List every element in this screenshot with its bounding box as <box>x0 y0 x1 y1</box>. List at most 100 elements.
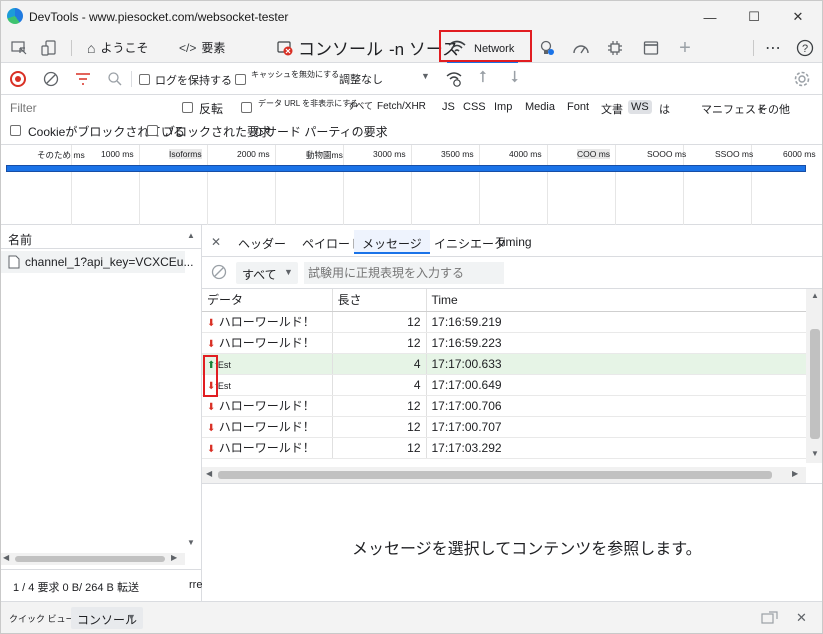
type-filter-css[interactable]: CSS <box>463 101 486 113</box>
close-drawer-icon[interactable]: ✕ <box>796 610 807 626</box>
scroll-thumb[interactable] <box>15 556 165 562</box>
throttle-select[interactable]: 調整なし ▼ <box>335 68 435 88</box>
record-stop-icon[interactable] <box>10 71 26 87</box>
dock-drawer-icon[interactable] <box>761 611 779 628</box>
tick-label: 動物園ms <box>306 150 343 160</box>
network-overview[interactable]: そのため ms 1000 ms Isoforms 2000 ms 動物園ms 3… <box>1 145 822 225</box>
type-filter-fetch-xhr[interactable]: Fetch/XHR <box>377 101 426 112</box>
quick-view-select[interactable]: コンソール ▼ <box>71 607 143 629</box>
column-header-length[interactable]: 長さ <box>332 289 427 312</box>
horizontal-scrollbar[interactable]: ◀ ▶ <box>1 553 185 565</box>
message-row[interactable]: ⬇ ハローワールド！ 12 17:17:03.292 <box>202 437 807 459</box>
scroll-left-arrow-icon[interactable]: ◀ <box>3 553 9 562</box>
help-icon[interactable]: ? <box>795 38 815 58</box>
code-icon: </> <box>179 40 197 55</box>
tab-timing[interactable]: Timing <box>496 235 532 249</box>
message-row[interactable]: ⬇tEst 4 17:17:00.649 <box>202 374 807 396</box>
preserve-log-label: ログを保持する <box>155 75 232 87</box>
preserve-log-checkbox[interactable] <box>139 74 150 85</box>
scroll-right-arrow-icon[interactable]: ▶ <box>171 553 177 562</box>
tab-welcome[interactable]: ⌂ ようこそ <box>87 33 148 62</box>
tab-elements-label: 要素 <box>201 41 226 55</box>
device-emulation-icon[interactable] <box>39 38 59 58</box>
tab-elements[interactable]: </> 要素 <box>179 33 225 62</box>
tab-headers[interactable]: ヘッダー <box>238 235 286 252</box>
type-filter-all[interactable]: すべて <box>347 99 373 112</box>
type-filter-js[interactable]: JS <box>442 101 455 113</box>
close-window-button[interactable]: ✕ <box>787 6 809 28</box>
scroll-left-arrow-icon[interactable]: ◀ <box>206 469 212 478</box>
type-filter-doc[interactable]: 文書 <box>601 101 623 117</box>
scroll-up-arrow-icon[interactable]: ▲ <box>811 291 819 300</box>
tab-messages[interactable]: メッセージ <box>354 230 430 254</box>
request-summary-overflow: rre <box>189 579 203 591</box>
tick-label: Isoforms <box>169 149 202 159</box>
message-row[interactable]: ⬇ ハローワールド！ 12 17:17:00.707 <box>202 416 807 438</box>
more-options-icon[interactable]: ⋯ <box>763 38 783 58</box>
filter-funnel-icon[interactable] <box>75 72 91 89</box>
message-time: 17:17:00.707 <box>426 416 807 438</box>
request-row-selected[interactable]: channel_1?api_key=VCXCEu... <box>1 251 193 273</box>
type-filter-media[interactable]: Media <box>525 101 555 113</box>
request-list-panel: 名前 ▲ channel_1?api_key=VCXCEu... ▼ ◀ ▶ 1… <box>1 225 202 601</box>
type-filter-wasm[interactable]: は <box>659 101 670 117</box>
invert-checkbox[interactable] <box>182 102 193 113</box>
add-tab-plus-icon[interactable]: + <box>675 37 695 59</box>
message-type-select[interactable]: すべて ▼ <box>236 262 298 284</box>
request-list-header: 名前 ▲ <box>1 225 201 249</box>
clear-icon[interactable] <box>43 71 59 90</box>
scroll-thumb[interactable] <box>218 471 772 479</box>
network-settings-gear-icon[interactable] <box>793 70 811 91</box>
search-icon[interactable] <box>107 71 123 90</box>
messages-vertical-scrollbar[interactable]: ▲ ▼ <box>806 289 822 463</box>
arrow-down-icon: ⬇ <box>207 318 216 329</box>
message-time: 17:16:59.223 <box>426 332 807 354</box>
scroll-down-arrow-icon[interactable]: ▼ <box>811 449 819 458</box>
hide-data-urls-checkbox[interactable] <box>241 102 252 113</box>
scroll-down-arrow-icon[interactable]: ▼ <box>187 538 195 547</box>
message-row-selected[interactable]: ⬆tEst 4 17:17:00.633 <box>202 353 807 375</box>
scroll-up-arrow-icon[interactable]: ▲ <box>187 231 195 240</box>
type-filter-font[interactable]: Font <box>567 101 589 113</box>
message-row[interactable]: ⬇ ハローワールド！ 12 17:16:59.223 <box>202 332 807 354</box>
filter-input[interactable] <box>6 98 166 118</box>
third-party-requests-label[interactable]: 0 サード パーティの要求 <box>255 123 388 140</box>
message-data: ハローワールド！ <box>218 336 315 350</box>
network-conditions-icon[interactable] <box>445 71 463 90</box>
blocked-cookies-checkbox[interactable] <box>10 125 21 136</box>
scroll-thumb[interactable] <box>810 329 820 439</box>
type-filter-other[interactable]: その他 <box>757 101 790 117</box>
quick-view-label: クイック ビュー: <box>9 614 78 624</box>
maximize-button[interactable]: ☐ <box>743 6 765 28</box>
memory-chip-icon[interactable] <box>605 38 625 58</box>
clear-messages-icon[interactable] <box>211 264 227 283</box>
message-row[interactable]: ⬇ ハローワールド！ 12 17:16:59.219 <box>202 311 807 333</box>
performance-gauge-icon[interactable] <box>571 38 591 58</box>
type-filter-img[interactable]: Imp <box>494 101 512 113</box>
message-length: 12 <box>332 311 427 333</box>
scroll-right-arrow-icon[interactable]: ▶ <box>792 469 798 478</box>
name-column-header[interactable]: 名前 <box>8 231 32 248</box>
gridline <box>547 145 548 225</box>
import-har-icon[interactable]: ⭡ <box>479 69 487 87</box>
export-har-icon[interactable]: ⭣ <box>511 69 519 87</box>
message-row[interactable]: ⬇ ハローワールド！ 12 17:17:00.706 <box>202 395 807 417</box>
tab-payload[interactable]: ペイロード <box>302 235 362 252</box>
column-header-time[interactable]: Time <box>426 289 807 312</box>
tick-label: 6000 ms <box>783 149 816 159</box>
divider <box>753 40 754 56</box>
disable-cache-checkbox[interactable] <box>235 74 246 85</box>
minimize-button[interactable]: — <box>699 6 721 28</box>
application-panel-icon[interactable] <box>641 38 661 58</box>
messages-horizontal-scrollbar[interactable]: ◀ ▶ <box>202 467 806 483</box>
inspect-element-icon[interactable] <box>9 38 29 58</box>
column-header-data[interactable]: データ <box>202 289 333 312</box>
message-regex-input[interactable] <box>304 262 504 284</box>
close-details-icon[interactable]: ✕ <box>211 235 221 249</box>
type-filter-ws[interactable]: WS <box>628 100 652 114</box>
blocked-requests-checkbox[interactable] <box>147 125 158 136</box>
message-length: 12 <box>332 437 427 459</box>
tab-console[interactable]: コンソール -n ソース <box>277 33 459 62</box>
request-details-panel: ✕ ヘッダー ペイロード メッセージ イニシエータ Timing すべて ▼ デ… <box>202 225 822 601</box>
issues-bulb-icon[interactable] <box>537 38 557 58</box>
